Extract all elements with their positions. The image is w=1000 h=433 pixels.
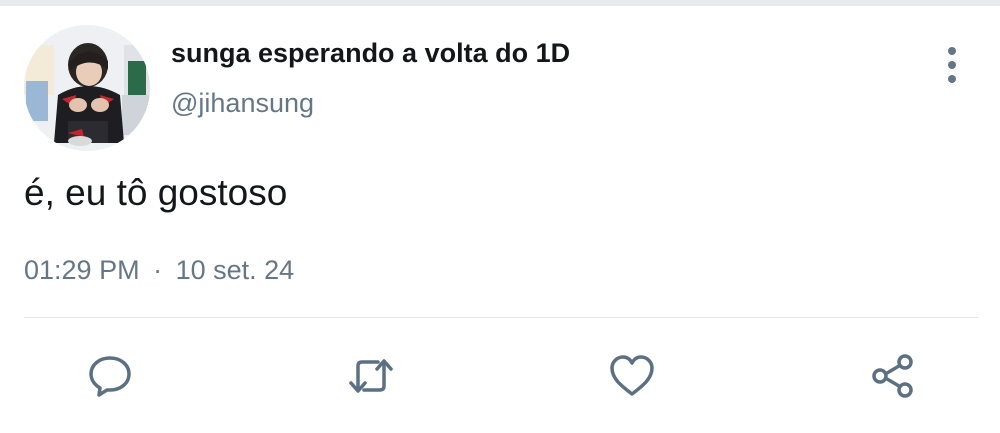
more-options-button[interactable] — [936, 45, 968, 85]
share-nodes-icon — [872, 354, 913, 398]
tweet-text: é, eu tô gostoso — [24, 172, 288, 213]
retweet-button[interactable] — [345, 350, 397, 402]
speech-bubble-icon — [89, 356, 131, 397]
divider — [24, 317, 978, 318]
vertical-ellipsis-icon — [948, 47, 956, 55]
vertical-ellipsis-dot — [948, 75, 956, 83]
like-button[interactable] — [606, 350, 658, 402]
display-name[interactable]: sunga esperando a volta do 1D — [171, 38, 570, 69]
tweet-card: sunga esperando a volta do 1D @jihansung… — [0, 0, 1000, 433]
heart-icon — [610, 355, 654, 396]
vertical-ellipsis-dot — [948, 61, 956, 69]
tweet-date: 10 set. 24 — [175, 255, 295, 285]
user-handle[interactable]: @jihansung — [171, 88, 314, 119]
share-button[interactable] — [867, 350, 919, 402]
reply-button[interactable] — [84, 350, 136, 402]
tweet-timestamp: 01:29 PM · 10 set. 24 — [24, 255, 294, 286]
avatar[interactable] — [24, 25, 150, 151]
retweet-arrows-icon — [349, 359, 393, 393]
avatar-photo — [24, 25, 150, 151]
tweet-time: 01:29 PM — [24, 255, 140, 285]
meta-separator: · — [153, 255, 163, 285]
